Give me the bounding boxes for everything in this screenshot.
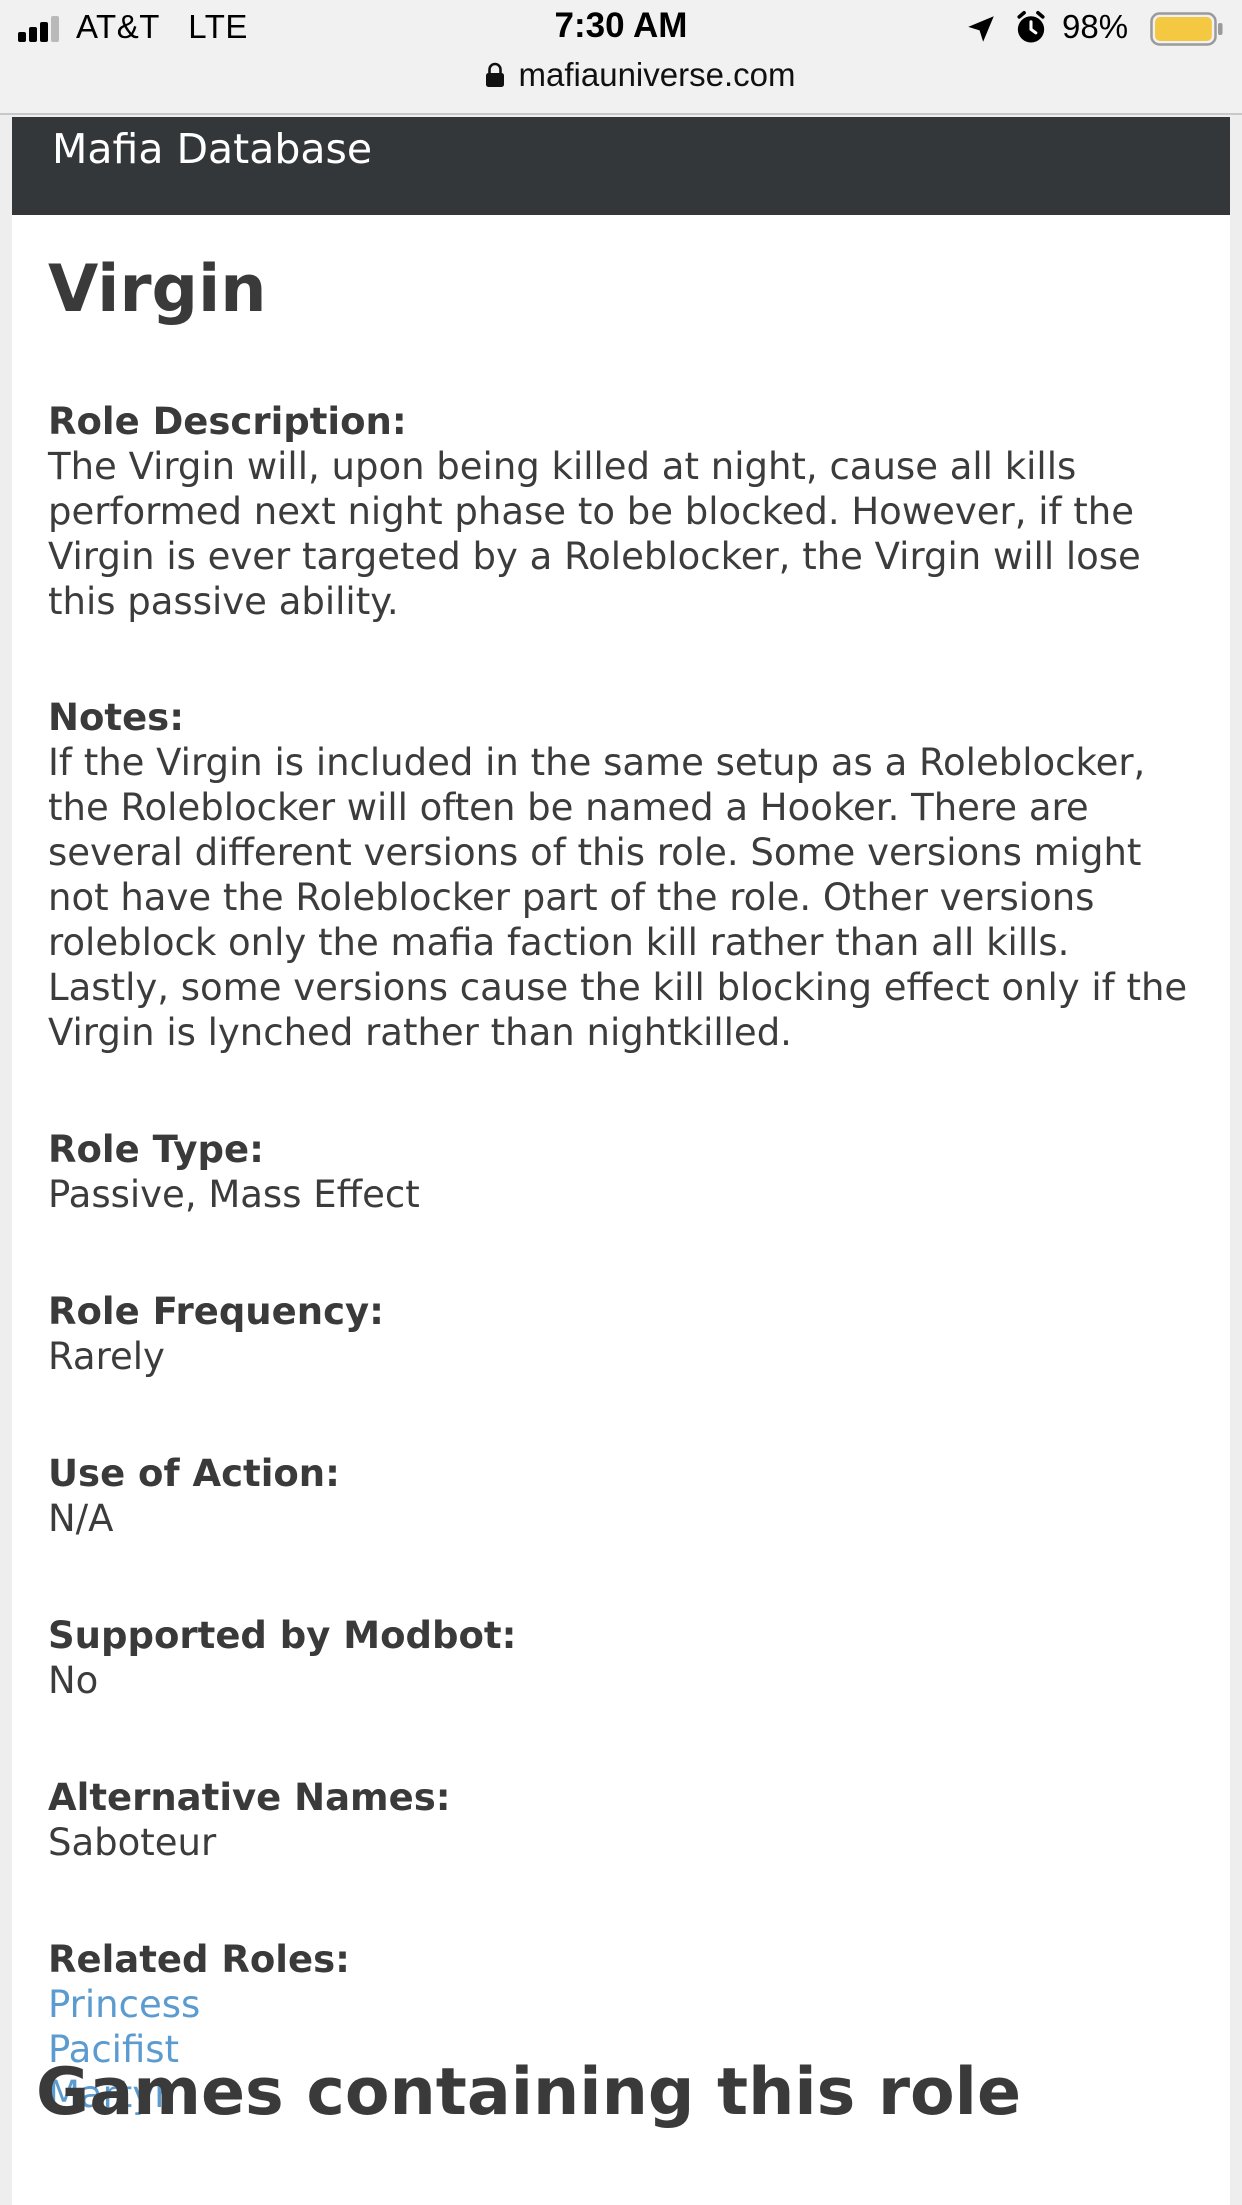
notes-section: Notes: If the Virgin is included in the … (48, 695, 1194, 1055)
site-header: Mafia Database (12, 117, 1230, 215)
status-time: 7:30 AM (554, 6, 688, 45)
alternative-names-section: Alternative Names: Saboteur (48, 1775, 1194, 1865)
field-label: Role Description: (48, 400, 407, 443)
role-description-section: Role Description: The Virgin will, upon … (48, 399, 1194, 624)
site-title[interactable]: Mafia Database (52, 121, 372, 177)
field-label: Supported by Modbot: (48, 1614, 517, 1657)
page-container: Mafia Database Virgin Role Description: … (12, 117, 1230, 2205)
field-value: N/A (48, 1497, 114, 1540)
page-title: Virgin (48, 252, 267, 327)
field-value: Saboteur (48, 1821, 217, 1864)
alarm-clock-icon (1017, 10, 1045, 43)
battery-percent: 98% (1062, 8, 1129, 45)
field-label: Related Roles: (48, 1938, 350, 1981)
games-section-heading: Games containing this role (36, 2055, 1022, 2130)
lock-icon (485, 62, 504, 87)
related-role-link-princess[interactable]: Princess (48, 1982, 1194, 2027)
field-value: Rarely (48, 1335, 165, 1378)
status-row: AT&T LTE 7:30 AM 98% (0, 0, 1242, 56)
role-frequency-section: Role Frequency: Rarely (48, 1289, 1194, 1379)
field-label: Role Type: (48, 1128, 264, 1171)
use-of-action-section: Use of Action: N/A (48, 1451, 1194, 1541)
field-value: Passive, Mass Effect (48, 1173, 420, 1216)
address-bar[interactable]: mafiauniverse.com (0, 56, 1242, 100)
field-value: If the Virgin is included in the same se… (48, 741, 1188, 1054)
field-label: Role Frequency: (48, 1290, 384, 1333)
role-type-section: Role Type: Passive, Mass Effect (48, 1127, 1194, 1217)
field-label: Alternative Names: (48, 1776, 451, 1819)
modbot-support-section: Supported by Modbot: No (48, 1613, 1194, 1703)
field-label: Use of Action: (48, 1452, 340, 1495)
location-arrow-icon (968, 16, 994, 42)
url-text[interactable]: mafiauniverse.com (519, 56, 796, 94)
field-label: Notes: (48, 696, 184, 739)
field-value: No (48, 1659, 99, 1702)
main-content: Virgin Role Description: The Virgin will… (12, 250, 1230, 2117)
field-value: The Virgin will, upon being killed at ni… (48, 445, 1141, 623)
battery-icon (1150, 12, 1223, 46)
ios-status-bar: AT&T LTE 7:30 AM 98% mafiauniverse.com (0, 0, 1242, 115)
